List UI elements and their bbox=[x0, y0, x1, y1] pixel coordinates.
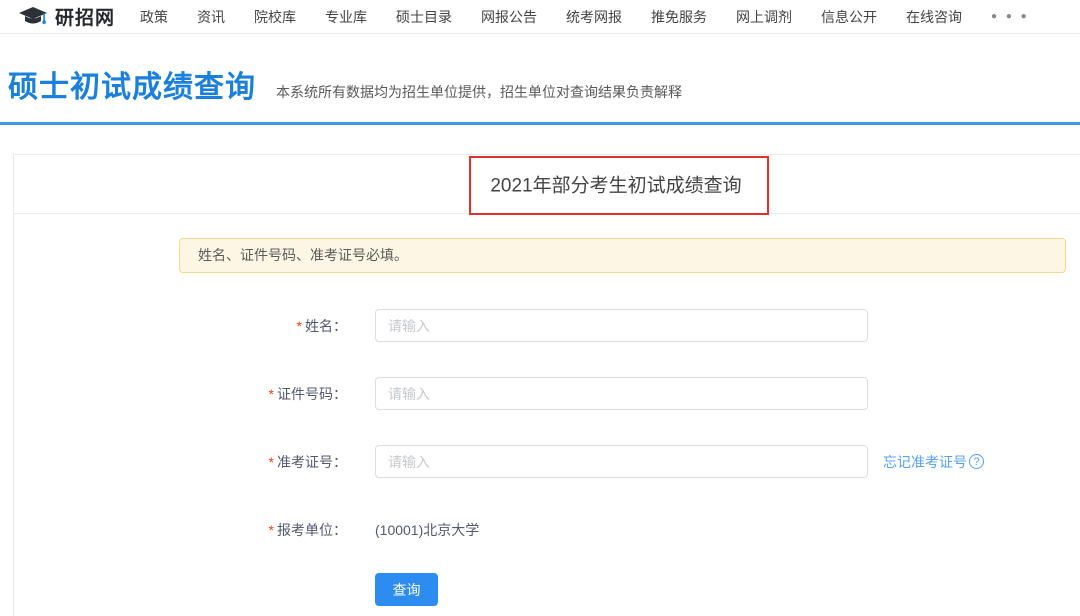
nav-item-exemption-service[interactable]: 推免服务 bbox=[651, 7, 707, 27]
required-asterisk: * bbox=[297, 318, 302, 334]
form-row-name: *姓名： bbox=[14, 309, 1080, 342]
page-subtitle: 本系统所有数据均为招生单位提供，招生单位对查询结果负责解释 bbox=[276, 82, 682, 102]
card-title: 2021年部分考生初试成绩查询 bbox=[490, 171, 741, 198]
nav-item-news[interactable]: 资讯 bbox=[197, 7, 225, 27]
target-unit-label: *报考单位： bbox=[14, 520, 375, 540]
nav-item-college-library[interactable]: 院校库 bbox=[254, 7, 296, 27]
admission-ticket-label: *准考证号： bbox=[14, 452, 375, 472]
nav-item-info-disclosure[interactable]: 信息公开 bbox=[821, 7, 877, 27]
nav-item-major-library[interactable]: 专业库 bbox=[325, 7, 367, 27]
form-row-admission-ticket: *准考证号： 忘记准考证号 ? bbox=[14, 445, 1080, 478]
required-asterisk: * bbox=[269, 522, 274, 538]
nav-menu: 政策 资讯 院校库 专业库 硕士目录 网报公告 统考网报 推免服务 网上调剂 信… bbox=[140, 7, 1030, 27]
nav-item-master-catalog[interactable]: 硕士目录 bbox=[396, 7, 452, 27]
graduation-cap-icon bbox=[18, 6, 48, 28]
id-number-label: *证件号码： bbox=[14, 384, 375, 404]
target-unit-value: (10001)北京大学 bbox=[375, 520, 479, 540]
score-query-card: 2021年部分考生初试成绩查询 姓名、证件号码、准考证号必填。 *姓名： *证件… bbox=[13, 154, 1080, 616]
required-asterisk: * bbox=[269, 386, 274, 402]
top-navigation: 研招网 政策 资讯 院校库 专业库 硕士目录 网报公告 统考网报 推免服务 网上… bbox=[0, 0, 1080, 34]
required-asterisk: * bbox=[269, 454, 274, 470]
logo-text: 研招网 bbox=[55, 3, 115, 30]
id-number-input[interactable] bbox=[375, 377, 868, 410]
required-fields-notice: 姓名、证件号码、准考证号必填。 bbox=[179, 238, 1066, 273]
nav-item-online-consult[interactable]: 在线咨询 bbox=[906, 7, 962, 27]
nav-more-ellipsis-icon[interactable]: ● ● ● bbox=[991, 11, 1030, 22]
card-header: 2021年部分考生初试成绩查询 bbox=[14, 155, 1080, 214]
form-row-target-unit: *报考单位： (10001)北京大学 bbox=[14, 513, 1080, 546]
admission-ticket-input[interactable] bbox=[375, 445, 868, 478]
name-input[interactable] bbox=[375, 309, 868, 342]
blue-divider bbox=[0, 122, 1080, 125]
nav-item-policy[interactable]: 政策 bbox=[140, 7, 168, 27]
nav-item-unified-exam-report[interactable]: 统考网报 bbox=[566, 7, 622, 27]
form-row-id-number: *证件号码： bbox=[14, 377, 1080, 410]
forgot-ticket-link[interactable]: 忘记准考证号 ? bbox=[883, 452, 984, 472]
site-logo[interactable]: 研招网 bbox=[18, 3, 140, 30]
page-header: 硕士初试成绩查询 本系统所有数据均为招生单位提供，招生单位对查询结果负责解释 bbox=[0, 34, 1080, 106]
page-title: 硕士初试成绩查询 bbox=[8, 62, 256, 106]
query-button[interactable]: 查询 bbox=[375, 573, 438, 606]
nav-item-online-adjustment[interactable]: 网上调剂 bbox=[736, 7, 792, 27]
nav-item-online-report-notice[interactable]: 网报公告 bbox=[481, 7, 537, 27]
question-circle-icon: ? bbox=[969, 454, 984, 469]
name-label: *姓名： bbox=[14, 316, 375, 336]
query-form: *姓名： *证件号码： *准考证号： 忘记准考证号 ? *报考单位： (1 bbox=[14, 309, 1080, 606]
